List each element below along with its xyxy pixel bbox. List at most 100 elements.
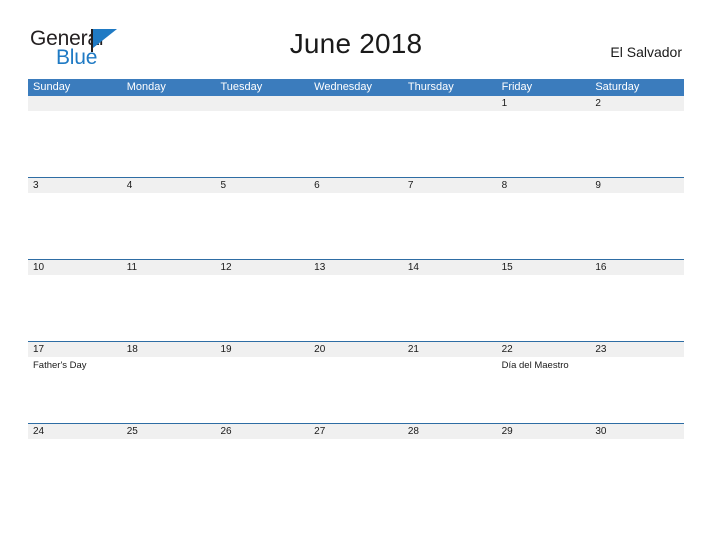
date-number[interactable]: 9	[590, 178, 684, 193]
date-number[interactable]: 16	[590, 260, 684, 275]
date-number[interactable]: 27	[309, 424, 403, 439]
day-cell[interactable]	[309, 111, 403, 177]
weekday-header-saturday: Saturday	[595, 81, 640, 93]
date-number[interactable]: 17	[28, 342, 122, 357]
week-row: 1 2	[28, 96, 684, 177]
date-number[interactable]: 23	[590, 342, 684, 357]
date-number[interactable]: 26	[215, 424, 309, 439]
weekday-header-monday: Monday	[126, 81, 166, 93]
date-number[interactable]	[309, 96, 403, 111]
date-number[interactable]: 22	[497, 342, 591, 357]
date-number[interactable]: 14	[403, 260, 497, 275]
day-cell[interactable]	[122, 193, 216, 259]
page-title: June 2018	[289, 28, 423, 59]
date-number[interactable]: 28	[403, 424, 497, 439]
day-cell[interactable]	[309, 357, 403, 423]
event-strip	[28, 275, 684, 341]
day-cell[interactable]	[497, 275, 591, 341]
date-number[interactable]: 3	[28, 178, 122, 193]
day-cell[interactable]	[309, 193, 403, 259]
day-cell[interactable]	[497, 193, 591, 259]
day-cell[interactable]	[309, 275, 403, 341]
date-number[interactable]: 5	[215, 178, 309, 193]
date-number[interactable]: 29	[497, 424, 591, 439]
date-strip: 1 2	[28, 96, 684, 111]
date-strip: 10 11 12 13 14 15 16	[28, 260, 684, 275]
date-strip: 24 25 26 27 28 29 30	[28, 424, 684, 439]
date-number[interactable]: 4	[122, 178, 216, 193]
weekday-header-row: Sunday Monday Tuesday Wednesday Thursday…	[28, 79, 684, 96]
day-cell[interactable]	[215, 275, 309, 341]
day-cell[interactable]	[309, 439, 403, 505]
date-number[interactable]: 7	[403, 178, 497, 193]
day-cell[interactable]	[215, 357, 309, 423]
date-number[interactable]: 11	[122, 260, 216, 275]
date-number[interactable]: 8	[497, 178, 591, 193]
day-cell[interactable]	[122, 111, 216, 177]
date-number[interactable]: 6	[309, 178, 403, 193]
event-strip	[28, 111, 684, 177]
day-cell[interactable]	[590, 357, 684, 423]
date-number[interactable]: 12	[215, 260, 309, 275]
date-number[interactable]: 18	[122, 342, 216, 357]
date-number[interactable]: 25	[122, 424, 216, 439]
day-cell[interactable]	[590, 193, 684, 259]
date-number[interactable]: 13	[309, 260, 403, 275]
event-strip	[28, 193, 684, 259]
day-cell[interactable]	[403, 111, 497, 177]
week-row: 3 4 5 6 7 8 9	[28, 177, 684, 259]
date-number[interactable]: 30	[590, 424, 684, 439]
calendar-grid: Sunday Monday Tuesday Wednesday Thursday…	[28, 79, 684, 505]
day-cell[interactable]	[403, 275, 497, 341]
weekday-header-tuesday: Tuesday	[220, 81, 263, 93]
event-strip: Father's Day Día del Maestro	[28, 357, 684, 423]
day-cell[interactable]	[590, 439, 684, 505]
date-number[interactable]: 2	[590, 96, 684, 111]
day-cell[interactable]	[28, 439, 122, 505]
day-cell[interactable]: Día del Maestro	[497, 357, 591, 423]
day-cell[interactable]	[497, 439, 591, 505]
week-row: 17 18 19 20 21 22 23 Father's Day Día de…	[28, 341, 684, 423]
date-number[interactable]	[215, 96, 309, 111]
weekday-header-thursday: Thursday	[407, 81, 454, 93]
date-number[interactable]: 20	[309, 342, 403, 357]
day-cell[interactable]	[403, 357, 497, 423]
weekday-header-sunday: Sunday	[33, 81, 71, 93]
day-cell[interactable]	[28, 111, 122, 177]
date-number[interactable]: 10	[28, 260, 122, 275]
day-cell[interactable]	[590, 275, 684, 341]
day-cell[interactable]: Father's Day	[28, 357, 122, 423]
day-cell[interactable]	[215, 439, 309, 505]
weekday-header-wednesday: Wednesday	[314, 81, 373, 93]
date-number[interactable]: 21	[403, 342, 497, 357]
week-row: 24 25 26 27 28 29 30	[28, 423, 684, 505]
day-cell[interactable]	[28, 275, 122, 341]
date-number[interactable]: 24	[28, 424, 122, 439]
day-cell[interactable]	[497, 111, 591, 177]
date-number[interactable]: 15	[497, 260, 591, 275]
page-header: General Blue June 2018 El Salvador	[0, 0, 712, 68]
date-strip: 3 4 5 6 7 8 9	[28, 178, 684, 193]
day-cell[interactable]	[403, 439, 497, 505]
date-number[interactable]	[28, 96, 122, 111]
date-number[interactable]	[122, 96, 216, 111]
event-label: Día del Maestro	[501, 360, 569, 371]
weekday-header-friday: Friday	[501, 81, 533, 93]
date-number[interactable]: 1	[497, 96, 591, 111]
calendar-page: General Blue June 2018 El Salvador Sunda…	[0, 0, 712, 550]
day-cell[interactable]	[215, 111, 309, 177]
day-cell[interactable]	[122, 357, 216, 423]
event-label: Father's Day	[33, 360, 87, 371]
day-cell[interactable]	[215, 193, 309, 259]
day-cell[interactable]	[122, 275, 216, 341]
day-cell[interactable]	[403, 193, 497, 259]
date-number[interactable]: 19	[215, 342, 309, 357]
day-cell[interactable]	[122, 439, 216, 505]
week-row: 10 11 12 13 14 15 16	[28, 259, 684, 341]
day-cell[interactable]	[28, 193, 122, 259]
country-label: El Salvador	[610, 44, 682, 60]
event-strip	[28, 439, 684, 505]
date-number[interactable]	[403, 96, 497, 111]
date-strip: 17 18 19 20 21 22 23	[28, 342, 684, 357]
day-cell[interactable]	[590, 111, 684, 177]
